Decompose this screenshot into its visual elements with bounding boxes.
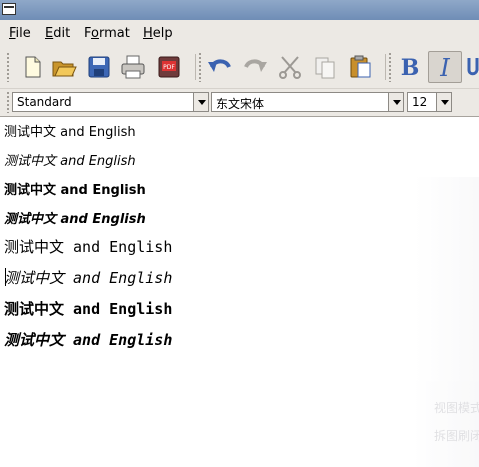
- ghost-text: 视图模式: [434, 401, 479, 415]
- pdf-icon: PDF: [158, 56, 180, 78]
- window-menu-icon[interactable]: [2, 3, 16, 15]
- underline-icon: [467, 58, 479, 76]
- font-name-dropdown-button[interactable]: [388, 92, 404, 112]
- toolbar-grip[interactable]: [388, 52, 392, 82]
- floppy-disk-icon: [88, 56, 110, 78]
- font-name-value: 东文宋体: [216, 97, 265, 111]
- new-document-icon: [25, 56, 41, 78]
- bold-button[interactable]: B: [396, 53, 424, 81]
- ghost-text: 拆图刷闭: [434, 429, 479, 443]
- document-line-mono-regular: 测试中文 and English: [4, 238, 173, 256]
- italic-glyph: I: [439, 54, 450, 82]
- document-line-sans-bold: 测试中文 and English: [4, 183, 146, 198]
- copy-button[interactable]: [311, 53, 339, 81]
- menu-mnemonic: F: [9, 26, 16, 41]
- paste-button[interactable]: [346, 53, 374, 81]
- paragraph-style-value: Standard: [17, 95, 72, 109]
- font-size-value: 12: [412, 95, 428, 109]
- menu-format[interactable]: Format: [84, 26, 130, 41]
- paste-icon: [350, 55, 371, 78]
- document-area[interactable]: 视图模式 拆图刷闭 测试中文 and English 测试中文 and Engl…: [0, 116, 479, 467]
- document-line-sans-bold-italic: 测试中文 and English: [4, 212, 146, 227]
- italic-icon: I: [439, 54, 450, 82]
- menubar: File Edit Format Help: [0, 21, 479, 46]
- format-toolbar-grip[interactable]: [6, 91, 10, 113]
- undo-button[interactable]: [206, 53, 234, 81]
- underline-button[interactable]: [466, 53, 479, 81]
- redo-button[interactable]: [241, 53, 269, 81]
- font-name-select[interactable]: 东文宋体: [211, 92, 389, 112]
- toolbar-grip[interactable]: [6, 52, 10, 82]
- new-document-button[interactable]: [18, 53, 46, 81]
- open-folder-icon: [52, 61, 77, 77]
- redo-icon: [244, 59, 267, 72]
- menu-mnemonic: E: [45, 26, 54, 41]
- toolbar-grip[interactable]: [198, 52, 202, 82]
- document-line-sans-regular: 测试中文 and English: [4, 125, 136, 140]
- copy-icon: [315, 57, 335, 79]
- bold-icon: B: [401, 55, 420, 81]
- menu-file[interactable]: File: [9, 26, 31, 41]
- menu-mnemonic: o: [91, 26, 99, 41]
- open-button[interactable]: [50, 53, 78, 81]
- undo-icon: [208, 59, 231, 72]
- font-size-dropdown-button[interactable]: [436, 92, 452, 112]
- window-titlebar[interactable]: [0, 0, 479, 20]
- menu-help[interactable]: Help: [143, 26, 173, 41]
- pdf-badge-text: PDF: [163, 64, 175, 71]
- document-line-mono-italic: 测试中文 and English: [4, 269, 173, 287]
- background-ghost-window: 视图模式 拆图刷闭: [414, 177, 479, 467]
- text-cursor: [5, 268, 6, 286]
- document-line-sans-italic: 测试中文 and English: [4, 154, 136, 169]
- cut-button[interactable]: [276, 53, 304, 81]
- printer-icon: [121, 55, 145, 79]
- toolbar-separator: [195, 54, 196, 80]
- paragraph-style-select[interactable]: Standard: [12, 92, 194, 112]
- main-toolbar: PDF B I: [0, 48, 479, 89]
- scissors-icon: [279, 56, 301, 79]
- font-size-select[interactable]: 12: [407, 92, 437, 112]
- menu-edit[interactable]: Edit: [45, 26, 70, 41]
- document-line-mono-bold: 测试中文 and English: [4, 300, 173, 318]
- save-button[interactable]: [85, 53, 113, 81]
- bold-glyph: B: [401, 55, 420, 81]
- document-line-mono-bold-italic: 测试中文 and English: [4, 331, 173, 349]
- print-button[interactable]: [119, 53, 147, 81]
- paragraph-style-dropdown-button[interactable]: [193, 92, 209, 112]
- menu-mnemonic: H: [143, 26, 153, 41]
- format-toolbar: Standard 东文宋体 12: [0, 89, 479, 115]
- toolbar-separator: [385, 54, 386, 80]
- italic-button[interactable]: I: [428, 51, 462, 83]
- export-pdf-button[interactable]: PDF: [155, 53, 183, 81]
